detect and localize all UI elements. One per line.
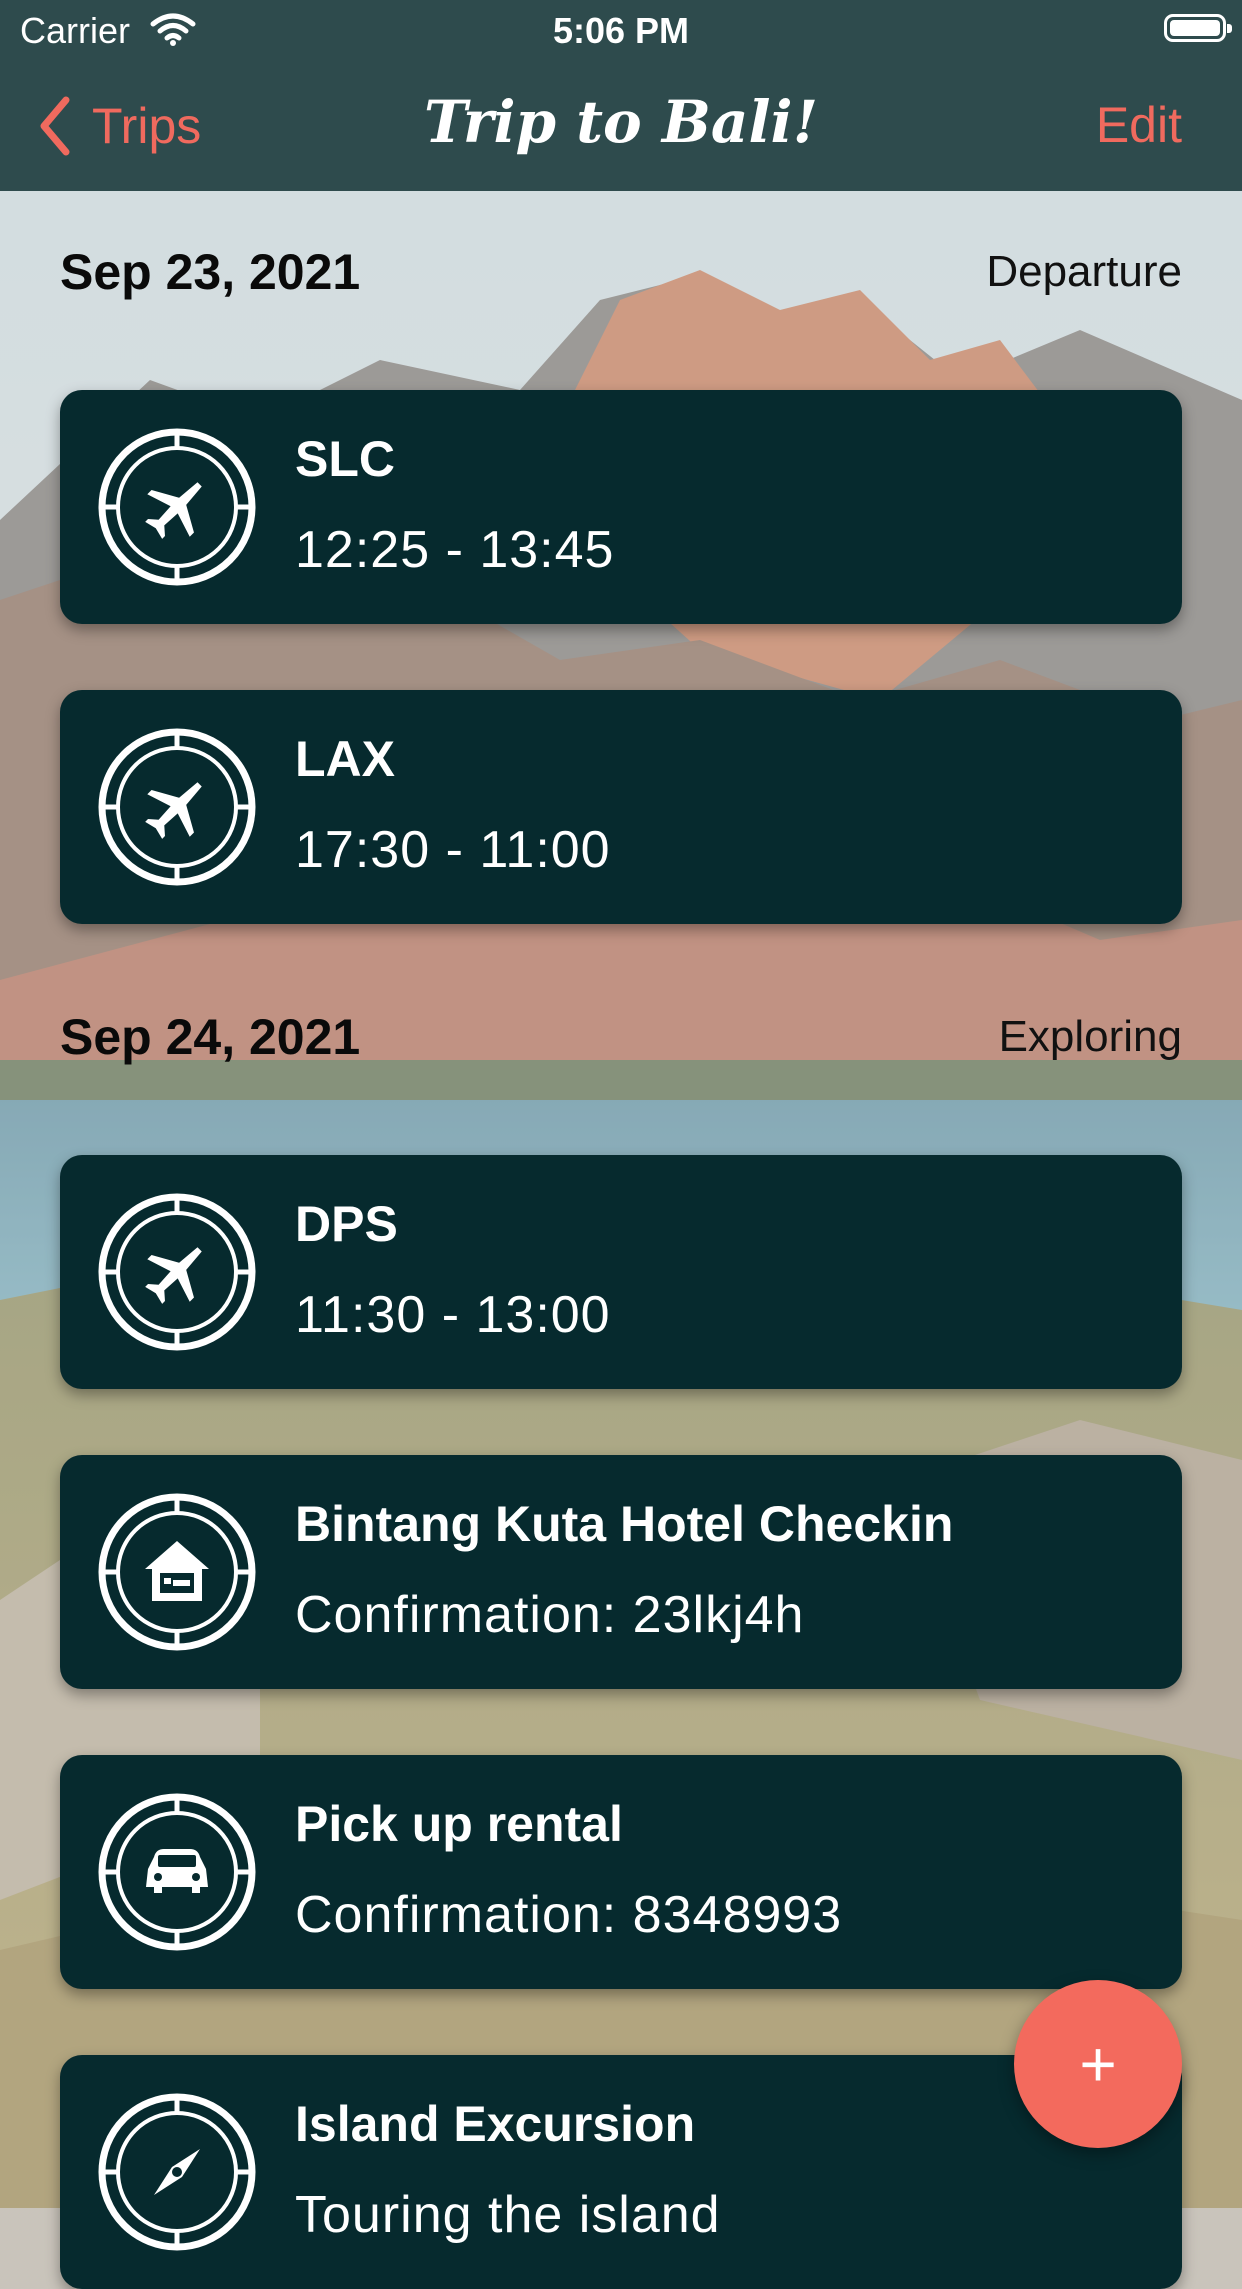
section-header: Sep 24, 2021 Exploring bbox=[60, 1008, 1182, 1066]
status-time: 5:06 PM bbox=[552, 10, 690, 51]
itinerary-card-rental[interactable]: Pick up rental Confirmation: 8348993 bbox=[60, 1755, 1182, 1989]
card-subtitle: 11:30 - 13:00 bbox=[295, 1286, 611, 1344]
card-title: SLC bbox=[295, 431, 395, 487]
car-icon bbox=[98, 1793, 256, 1951]
itinerary-card-excursion[interactable]: Island Excursion Touring the island bbox=[60, 2055, 1182, 2289]
card-title: Island Excursion bbox=[295, 2096, 696, 2152]
section-header: Sep 23, 2021 Departure bbox=[60, 243, 1182, 301]
card-subtitle: Touring the island bbox=[295, 2186, 721, 2244]
airplane-icon bbox=[98, 728, 256, 886]
hotel-icon bbox=[98, 1493, 256, 1651]
airplane-icon bbox=[98, 428, 256, 586]
card-title: DPS bbox=[295, 1196, 398, 1252]
page-title: Trip to Bali! bbox=[423, 88, 819, 156]
card-title: LAX bbox=[295, 731, 395, 787]
section-label: Exploring bbox=[998, 1012, 1182, 1061]
add-item-button-label: + bbox=[1079, 2028, 1117, 2100]
itinerary-card-dps[interactable]: DPS 11:30 - 13:00 bbox=[60, 1155, 1182, 1389]
itinerary-card-lax[interactable]: LAX 17:30 - 11:00 bbox=[60, 690, 1182, 924]
navigation-bar: Carrier 5:06 PM Trips Trip to Bali! Edit bbox=[0, 0, 1242, 191]
card-subtitle: Confirmation: 8348993 bbox=[295, 1886, 843, 1944]
itinerary-list[interactable]: Sep 23, 2021 Departure SLC 12:25 - 13:45 bbox=[0, 191, 1242, 2289]
airplane-icon bbox=[98, 1193, 256, 1351]
card-title: Bintang Kuta Hotel Checkin bbox=[295, 1496, 954, 1552]
card-subtitle: 17:30 - 11:00 bbox=[295, 821, 611, 879]
section-date: Sep 23, 2021 bbox=[60, 244, 361, 300]
card-title: Pick up rental bbox=[295, 1796, 623, 1852]
itinerary-card-slc[interactable]: SLC 12:25 - 13:45 bbox=[60, 390, 1182, 624]
battery-icon bbox=[1164, 14, 1232, 42]
card-subtitle: 12:25 - 13:45 bbox=[295, 521, 615, 579]
add-item-button[interactable]: + bbox=[1014, 1980, 1182, 2148]
itinerary-card-hotel[interactable]: Bintang Kuta Hotel Checkin Confirmation:… bbox=[60, 1455, 1182, 1689]
section-date: Sep 24, 2021 bbox=[60, 1009, 361, 1065]
edit-button[interactable]: Edit bbox=[1096, 96, 1182, 154]
card-subtitle: Confirmation: 23lkj4h bbox=[295, 1586, 805, 1644]
section-label: Departure bbox=[986, 247, 1182, 296]
compass-icon bbox=[98, 2093, 256, 2251]
